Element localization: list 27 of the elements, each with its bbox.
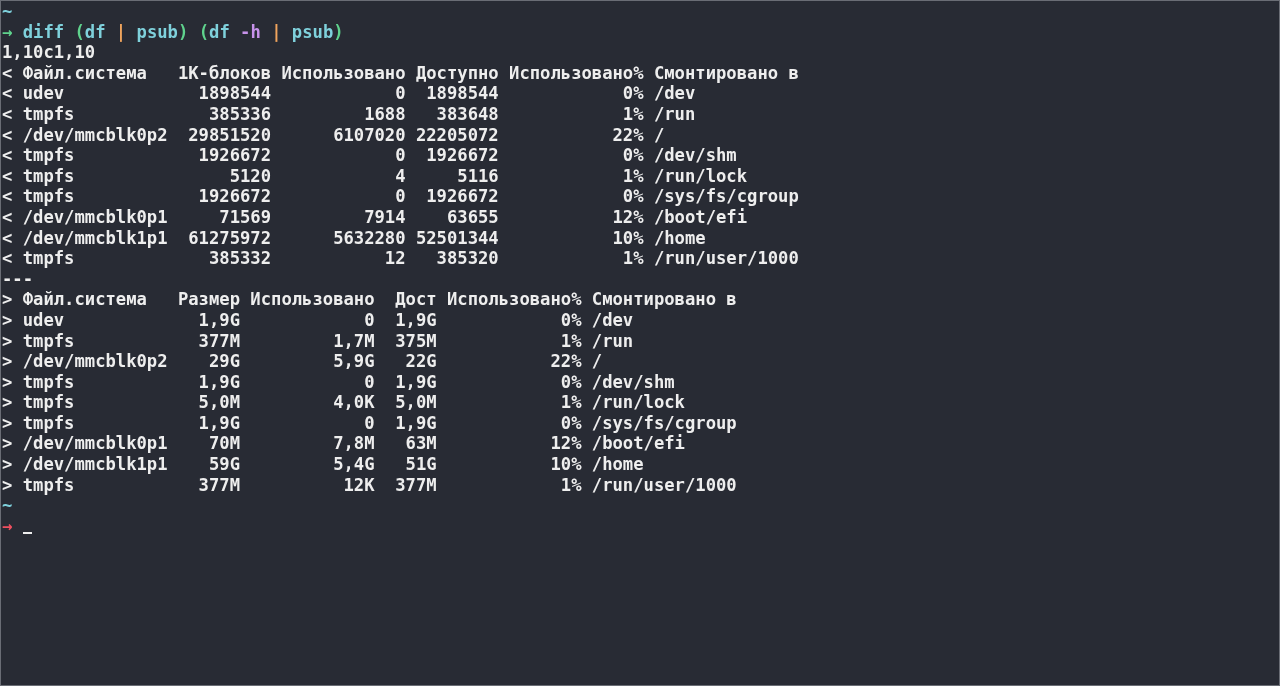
output-line: > tmpfs 5,0M 4,0K 5,0M 1% /run/lock [2,392,685,413]
prompt-symbol: → [2,21,13,42]
output-line: --- [2,268,34,289]
output-line: 1,10c1,10 [2,42,96,63]
output-line: > /dev/mmcblk0p2 29G 5,9G 22G 22% / [2,351,603,372]
output-line: > tmpfs 1,9G 0 1,9G 0% /sys/fs/cgroup [2,412,737,433]
prompt-symbol: → [2,515,13,536]
prompt-directory: ~ [2,495,13,516]
output-line: < tmpfs 1926672 0 1926672 0% /sys/fs/cgroup [2,186,799,207]
output-line: < /dev/mmcblk1p1 61275972 5632280 52501344 10% /home [2,227,706,248]
output-line: < /dev/mmcblk0p1 71569 7914 63655 12% /boot/efi [2,206,748,227]
command-text: diff (df | psub) (df -h | psub) [22,21,344,42]
output-line: > udev 1,9G 0 1,9G 0% /dev [2,309,634,330]
output-line: < tmpfs 385332 12 385320 1% /run/user/1000 [2,248,799,269]
output-line: < tmpfs 1926672 0 1926672 0% /dev/shm [2,145,737,166]
prompt-directory: ~ [2,1,13,21]
output-line: > /dev/mmcblk0p1 70M 7,8M 63M 12% /boot/efi [2,433,685,454]
output-line: > tmpfs 377M 1,7M 375M 1% /run [2,330,634,351]
output-line: < Файл.система 1K-блоков Использовано Доступно Использовано% Смонтировано в [2,62,799,83]
output-line: < udev 1898544 0 1898544 0% /dev [2,83,696,104]
output-line: < tmpfs 5120 4 5116 1% /run/lock [2,165,748,186]
output-line: > /dev/mmcblk1p1 59G 5,4G 51G 10% /home [2,454,644,475]
output-line: > tmpfs 1,9G 0 1,9G 0% /dev/shm [2,371,675,392]
output-line: < tmpfs 385336 1688 383648 1% /run [2,103,696,124]
output-line: < /dev/mmcblk0p2 29851520 6107020 22205072 22% / [2,124,665,145]
output-line: > Файл.система Размер Использовано Дост Использовано% Смонтировано в [2,289,737,310]
output-line: > tmpfs 377M 12K 377M 1% /run/user/1000 [2,474,737,495]
